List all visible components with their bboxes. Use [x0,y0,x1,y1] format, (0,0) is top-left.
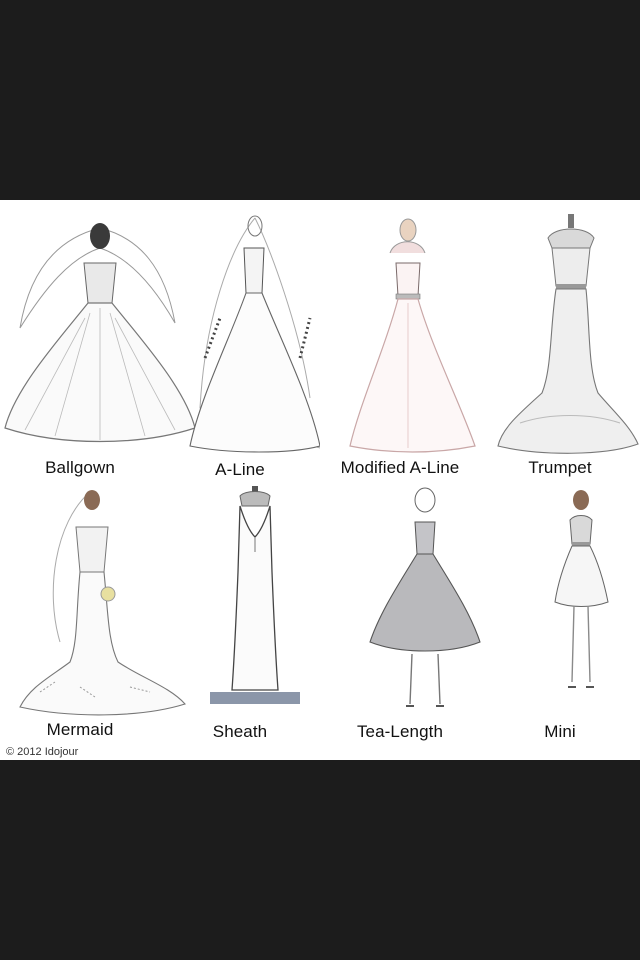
style-label: Mermaid [46,720,114,739]
style-label: Tea-Length [356,722,444,741]
style-label: Mini [544,722,576,741]
style-ballgown: Ballgown [0,208,196,488]
style-label: Modified A-Line [340,458,460,477]
style-mermaid: Mermaid [0,482,186,760]
style-label: Ballgown [45,458,115,477]
style-label: Sheath [212,722,268,741]
style-a-line: A-Line [160,208,320,488]
modified-a-line-dress-illustration [349,218,476,453]
tea-length-dress-illustration [369,487,481,707]
style-tea-length: Tea-Length [320,482,481,760]
sheath-dress-illustration [210,486,300,704]
mini-dress-illustration [554,490,609,688]
dress-styles-panel: Ballgown A-Line Modified A-Line Trumpet … [0,200,640,760]
style-label: A-Line [215,460,265,479]
style-mini: Mini [480,482,640,760]
copyright-credit: © 2012 Idojour [6,746,79,758]
a-line-dress-illustration [189,215,320,453]
style-trumpet: Trumpet [480,208,640,488]
style-modified-a-line: Modified A-Line [320,208,480,488]
trumpet-dress-illustration [497,214,639,454]
style-sheath: Sheath [160,482,320,760]
style-label: Trumpet [528,458,592,477]
